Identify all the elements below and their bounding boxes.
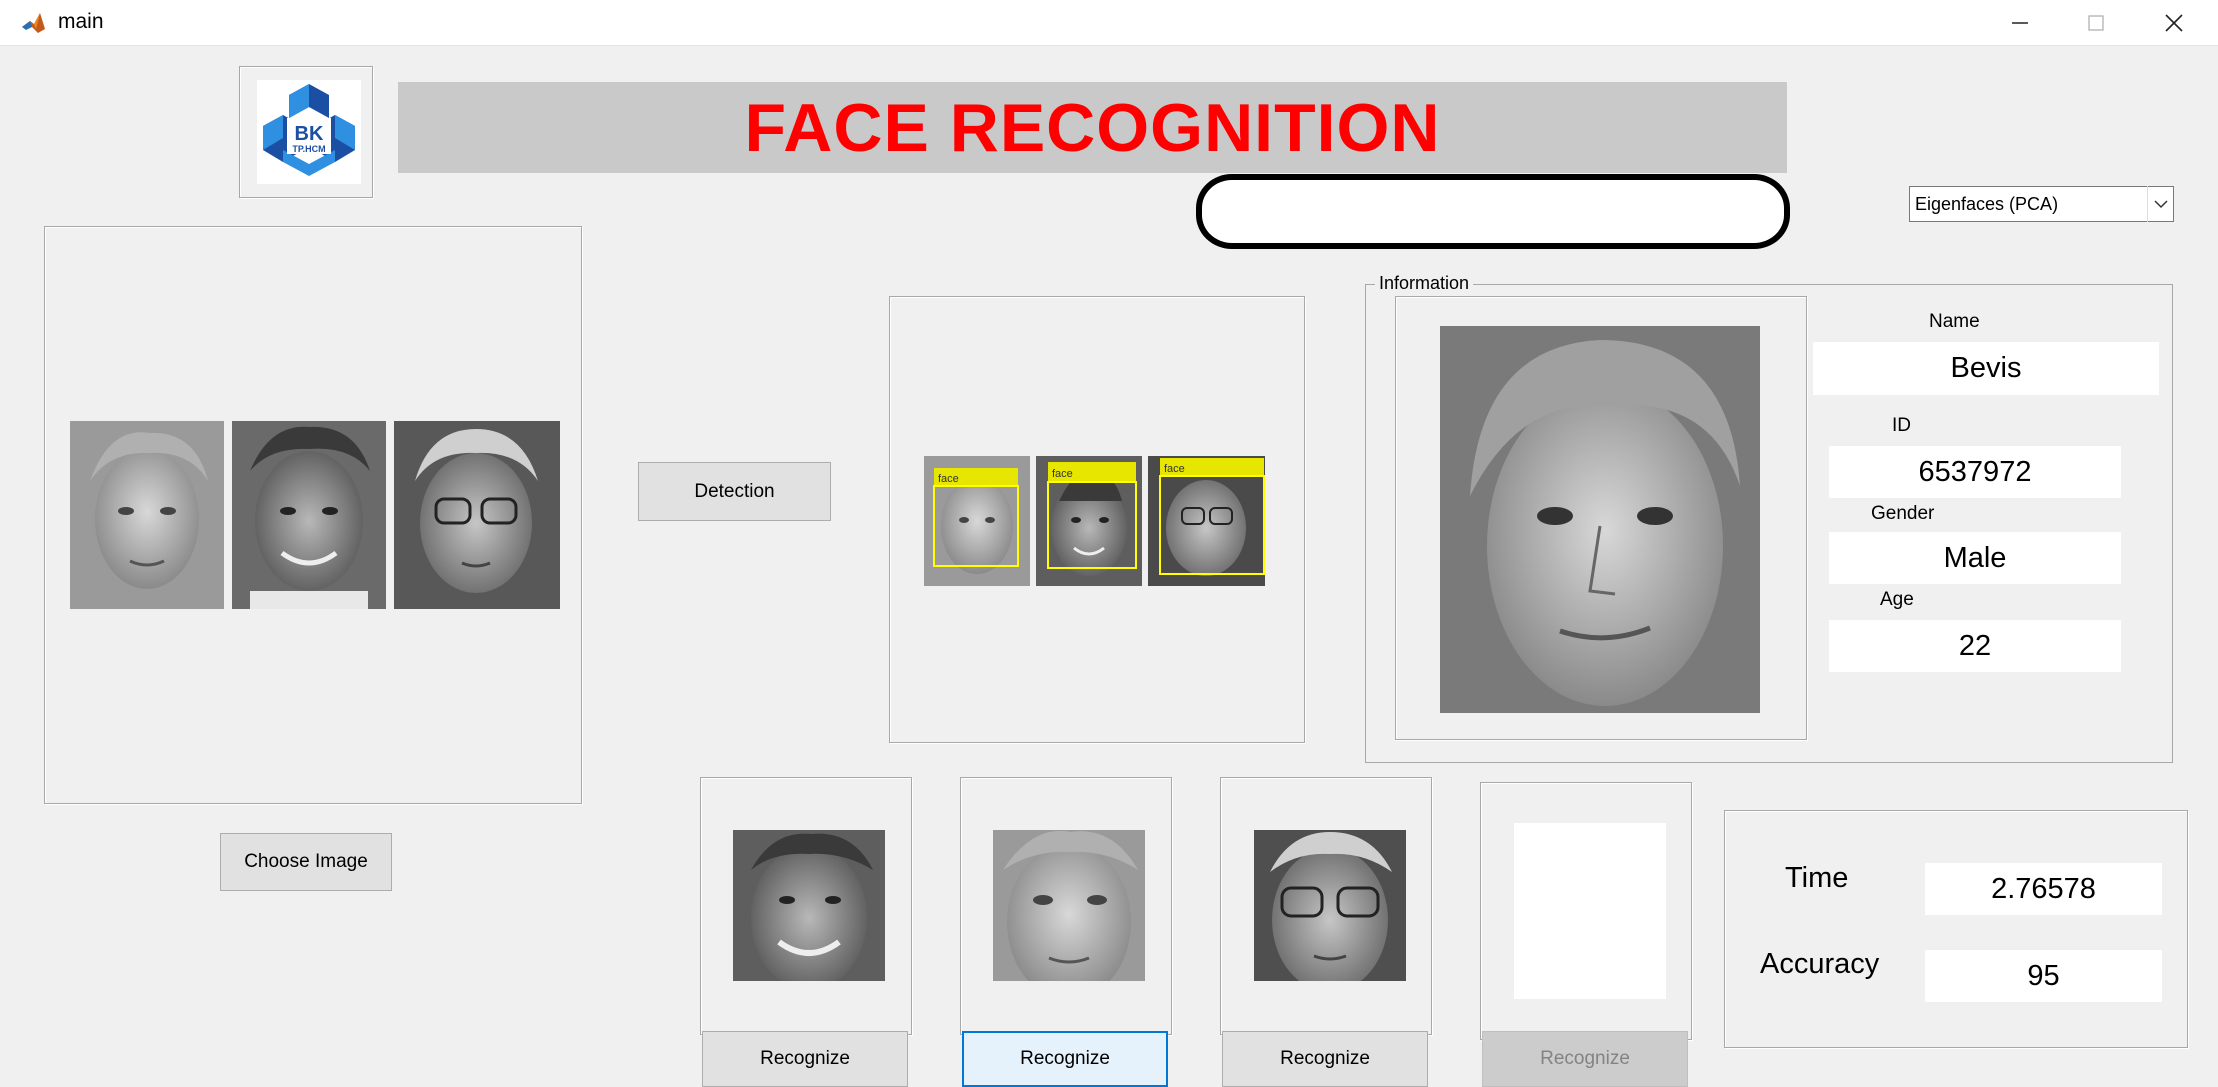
banner-title: FACE RECOGNITION: [744, 89, 1441, 166]
face-slot-4-image: [1514, 823, 1666, 999]
choose-image-button[interactable]: Choose Image: [220, 833, 392, 891]
age-field: 22: [1829, 620, 2121, 672]
logo-text: BK: [295, 123, 324, 145]
status-text-field: [1196, 174, 1790, 249]
title-banner: FACE RECOGNITION: [398, 82, 1787, 173]
minimize-icon: [2012, 22, 2028, 24]
matched-face-image: [1440, 326, 1760, 713]
name-field: Bevis: [1813, 342, 2159, 395]
accuracy-field: 95: [1925, 950, 2162, 1002]
window-title: main: [58, 10, 104, 33]
id-field: 6537972: [1829, 446, 2121, 498]
detection-label: face: [938, 473, 959, 485]
id-label: ID: [1892, 415, 1911, 436]
face-slot-1-image: [733, 830, 885, 990]
input-image: [70, 421, 560, 609]
gender-field: Male: [1829, 532, 2121, 584]
detection-button[interactable]: Detection: [638, 462, 831, 521]
time-label: Time: [1785, 862, 1849, 894]
recognize-button-1[interactable]: Recognize: [702, 1031, 908, 1087]
recognize-button-3[interactable]: Recognize: [1222, 1031, 1428, 1087]
information-title: Information: [1375, 273, 1474, 294]
close-button[interactable]: [2140, 0, 2208, 46]
detection-label: face: [1052, 468, 1073, 480]
close-icon: [2165, 14, 2183, 32]
recognize-button-4[interactable]: Recognize: [1482, 1031, 1688, 1087]
gender-label: Gender: [1871, 503, 1935, 524]
face-slot-2-image: [993, 830, 1145, 1000]
maximize-icon: [2088, 15, 2104, 31]
age-label: Age: [1880, 589, 1914, 610]
accuracy-label: Accuracy: [1760, 948, 1880, 980]
maximize-button[interactable]: [2062, 0, 2130, 46]
recognize-button-2[interactable]: Recognize: [962, 1031, 1168, 1087]
matlab-icon: [20, 11, 46, 35]
face-slot-3-image: [1254, 830, 1406, 992]
stats-panel: [1724, 810, 2188, 1048]
window-titlebar: [0, 0, 2218, 46]
logo-subtext: TP.HCM: [292, 144, 325, 154]
chevron-down-icon[interactable]: [2147, 186, 2174, 222]
detection-image: face face face: [924, 456, 1265, 586]
name-label: Name: [1929, 311, 1980, 332]
method-dropdown-value: Eigenfaces (PCA): [1915, 194, 2059, 214]
time-field: 2.76578: [1925, 863, 2162, 915]
detection-label: face: [1164, 463, 1185, 475]
university-logo: BK TP.HCM: [257, 80, 361, 184]
minimize-button[interactable]: [1986, 0, 2054, 46]
